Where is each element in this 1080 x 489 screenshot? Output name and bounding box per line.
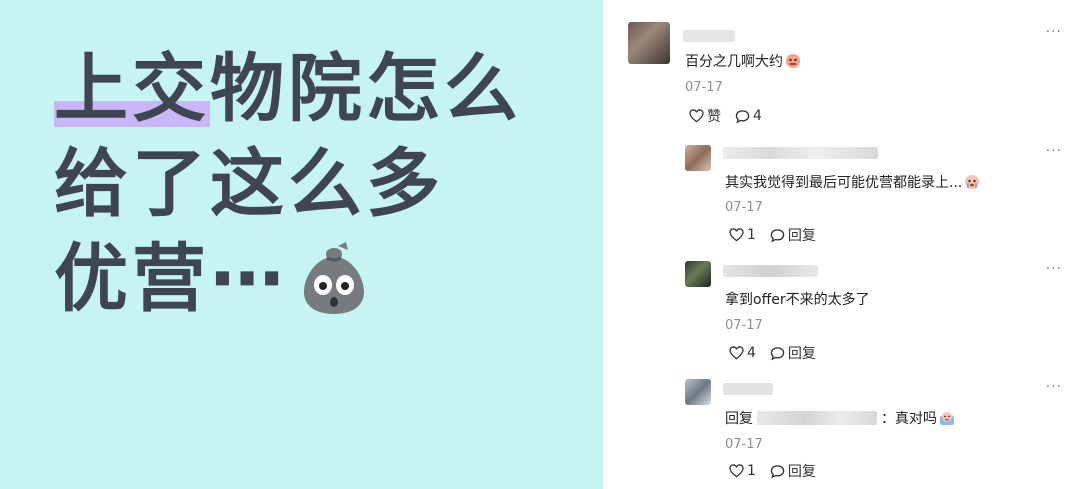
reply-button[interactable]: 回复 bbox=[770, 225, 816, 245]
headline-text: 上交物院怎么 给了这么多 优营⋯ bbox=[54, 42, 522, 327]
headline-line-1: 上交物院怎么 bbox=[54, 42, 522, 137]
username-blurred[interactable] bbox=[723, 383, 773, 395]
comment-date: 07-17 bbox=[725, 437, 763, 452]
reply-button[interactable]: 回复 bbox=[770, 461, 816, 481]
more-options-icon[interactable]: ··· bbox=[1046, 379, 1062, 395]
more-options-icon[interactable]: ··· bbox=[1046, 143, 1062, 159]
comment-date: 07-17 bbox=[685, 80, 723, 95]
like-button[interactable]: 赞 bbox=[689, 106, 721, 126]
comment-date: 07-17 bbox=[725, 200, 763, 215]
comment-actions: 赞 4 bbox=[689, 106, 762, 126]
heart-icon bbox=[729, 228, 744, 242]
avatar[interactable] bbox=[685, 379, 711, 405]
username-blurred[interactable] bbox=[683, 30, 735, 42]
mentioned-user-blurred[interactable] bbox=[757, 411, 877, 425]
shocked-sack-emoji-icon bbox=[304, 242, 364, 315]
more-options-icon[interactable]: ··· bbox=[1046, 261, 1062, 277]
reply-button[interactable]: 4 bbox=[735, 108, 762, 124]
comment-actions: 1 回复 bbox=[729, 461, 816, 481]
headline-line-2: 给了这么多 bbox=[54, 141, 444, 227]
comment-date: 07-17 bbox=[725, 318, 763, 333]
sweating-face-emoji-icon bbox=[940, 412, 954, 425]
comment-actions: 4 回复 bbox=[729, 343, 816, 363]
headline-panel: 上交物院怎么 给了这么多 优营⋯ bbox=[0, 0, 603, 489]
heart-icon bbox=[729, 346, 744, 360]
headline-line-3: 优营⋯ bbox=[54, 232, 522, 327]
more-options-icon[interactable]: ··· bbox=[1046, 24, 1062, 40]
avatar[interactable] bbox=[685, 145, 711, 171]
reply-item: ··· 其实我觉得到最后可能优营都能录上... 07-17 1 回复 bbox=[603, 135, 1080, 255]
comment-bubble-icon bbox=[770, 346, 785, 360]
comment-text: 回复 ：真对吗 bbox=[725, 408, 955, 428]
reply-item: ··· 回复 ：真对吗 07-17 1 回复 bbox=[603, 373, 1080, 489]
headline-highlight: 上交 bbox=[54, 42, 210, 137]
comment-text: 其实我觉得到最后可能优营都能录上... bbox=[725, 172, 980, 192]
comment-bubble-icon bbox=[735, 109, 750, 123]
comment-thread: ··· 百分之几啊大约 07-17 赞 4 ··· 其实我觉得到最后可能优营都能… bbox=[603, 0, 1080, 489]
comment-actions: 1 回复 bbox=[729, 225, 816, 245]
heart-icon bbox=[729, 464, 744, 478]
reply-item: ··· 拿到offer不来的太多了 07-17 4 回复 bbox=[603, 255, 1080, 373]
like-button[interactable]: 1 bbox=[729, 227, 756, 243]
like-button[interactable]: 4 bbox=[729, 345, 756, 361]
avatar[interactable] bbox=[628, 22, 670, 64]
comment-text: 拿到offer不来的太多了 bbox=[725, 292, 870, 308]
comment-bubble-icon bbox=[770, 228, 785, 242]
crying-face-emoji-icon bbox=[965, 175, 980, 189]
face-emoji-icon bbox=[786, 54, 800, 68]
like-button[interactable]: 1 bbox=[729, 463, 756, 479]
username-blurred[interactable] bbox=[723, 147, 878, 159]
comment-item: ··· 百分之几啊大约 07-17 赞 4 bbox=[603, 0, 1080, 135]
comment-bubble-icon bbox=[770, 464, 785, 478]
avatar[interactable] bbox=[685, 261, 711, 287]
heart-icon bbox=[689, 109, 704, 123]
reply-button[interactable]: 回复 bbox=[770, 343, 816, 363]
username-blurred[interactable] bbox=[723, 265, 818, 277]
comment-text: 百分之几啊大约 bbox=[685, 51, 801, 71]
